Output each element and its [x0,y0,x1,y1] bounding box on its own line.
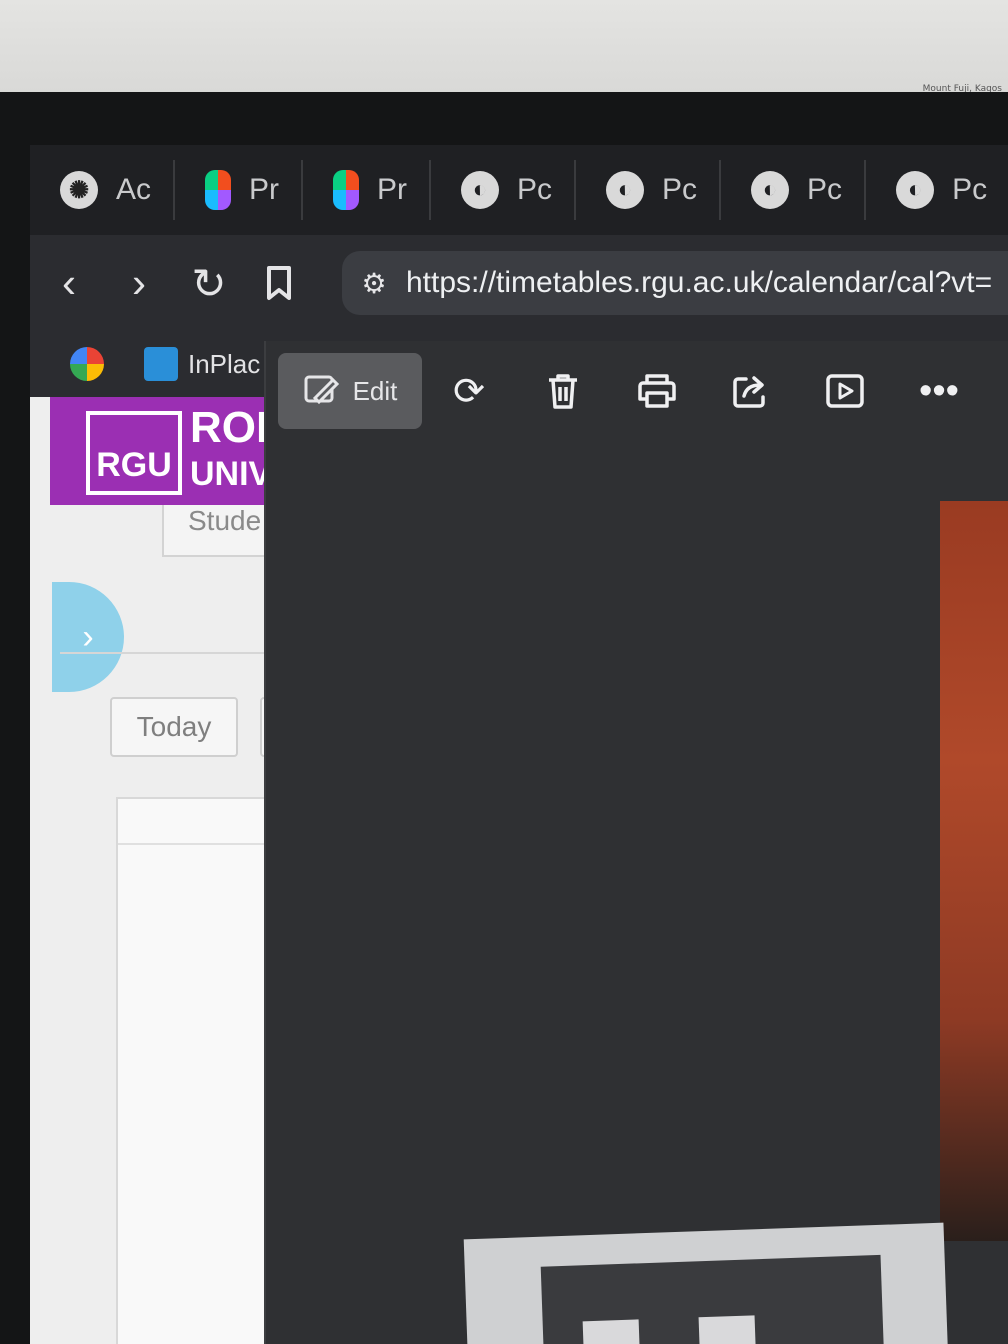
play-icon [826,374,864,408]
delete-icon[interactable] [516,353,610,429]
bookmark-inplace[interactable]: InPlac [144,347,260,381]
inplace-icon [144,347,178,381]
edit-label: Edit [352,375,398,406]
globe-icon: ◐ [461,171,500,209]
tab-label: Pc [662,173,698,206]
tab-6[interactable]: ◐ Pc [721,160,867,220]
tab-label: Pc [807,173,843,206]
openai-icon: ✺ [60,171,98,209]
tab-label: Pr [249,173,280,206]
sidebar-expand-button[interactable]: › [52,582,124,692]
navigation-bar: ‹ › ↻ ⚙ https://timetables.rgu.ac.uk/cal… [30,235,1008,331]
rgu-logo: RGU [86,411,182,495]
university-name-line2: UNIV [190,455,272,493]
tab-label: Pc [952,173,988,206]
globe-icon: ◐ [896,171,935,209]
edit-button[interactable]: Edit [278,353,422,429]
reload-button[interactable]: ↻ [178,252,240,314]
screen: ✺ Ac Pr Pr ◐ Pc ◐ Pc ◐ Pc ◐ Pc ‹ › ↻ ⚙ h… [30,145,1008,1344]
share-arrow-icon [733,376,765,408]
globe-icon: ◐ [751,171,790,209]
university-name-line1: ROI [190,403,269,452]
photo-paper-sign [463,1222,949,1344]
bookmark-icon [267,266,291,300]
bookmark-label: InPlac [188,348,261,379]
figma-icon [333,170,360,210]
photo-content [940,501,1008,1241]
viewer-toolbar: Edit ⟳ ••• [266,341,1008,441]
edit-image-icon [304,375,339,405]
tab-4[interactable]: ◐ Pc [431,160,577,220]
tab-label: Ac [116,173,152,206]
share-icon[interactable] [704,353,798,429]
tab-label: Pr [377,173,408,206]
tab-7[interactable]: ◐ Pc [866,160,1008,220]
tab-label: Pc [517,173,553,206]
tab-strip: ✺ Ac Pr Pr ◐ Pc ◐ Pc ◐ Pc ◐ Pc [30,145,1008,235]
rgu-header: RGU ROI UNIV [50,397,290,505]
tab-2[interactable]: Pr [175,160,304,220]
printer-icon [638,374,676,408]
divider [60,652,290,654]
photo-bar-2 [698,1315,757,1344]
more-icon[interactable]: ••• [892,353,986,429]
bookmark-google-photos[interactable] [70,347,104,381]
wall-background [0,0,1008,100]
address-bar[interactable]: ⚙ https://timetables.rgu.ac.uk/calendar/… [342,251,1008,315]
photo-bar-1 [582,1319,641,1344]
globe-icon: ◐ [606,171,645,209]
tab-5[interactable]: ◐ Pc [576,160,722,220]
slideshow-icon[interactable] [798,353,892,429]
photo-viewer: Edit ⟳ ••• [264,341,1008,1344]
url-text: https://timetables.rgu.ac.uk/calendar/ca… [406,266,993,299]
tab-3[interactable]: Pr [303,160,432,220]
print-icon[interactable] [610,353,704,429]
trash-icon [549,374,577,409]
figma-icon [205,170,232,210]
bookmark-button[interactable] [248,252,310,314]
google-photos-icon [70,347,104,381]
back-button[interactable]: ‹ [38,252,100,314]
site-settings-icon[interactable]: ⚙ [342,267,406,300]
today-button[interactable]: Today [110,697,238,757]
rotate-icon[interactable]: ⟳ [422,353,516,429]
tab-1[interactable]: ✺ Ac [30,160,176,220]
forward-button[interactable]: › [108,252,170,314]
photo-sign-dark [540,1254,884,1344]
